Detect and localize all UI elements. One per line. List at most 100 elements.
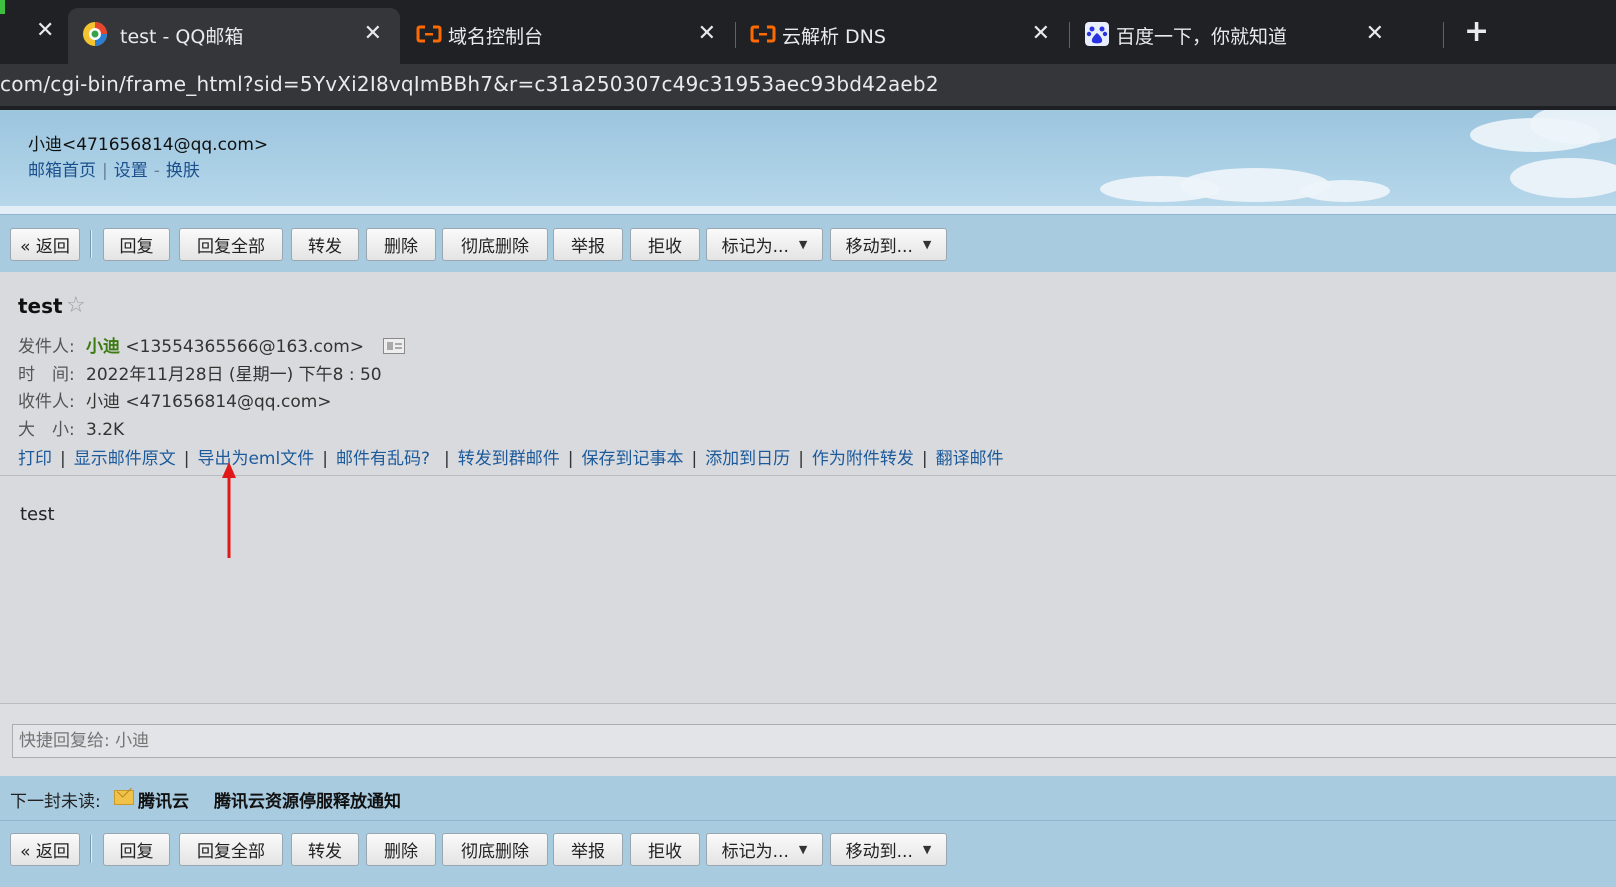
time-value: 2022年11月28日 (星期一) 下午8 : 50 [86, 365, 382, 385]
next-unread-bar: 下一封未读: 腾讯云 腾讯云资源停服释放通知 [0, 776, 1616, 820]
back-button-label: « 返回 [20, 237, 70, 257]
forward-button[interactable]: 转发 [291, 833, 359, 866]
print-link[interactable]: 打印 [18, 449, 52, 469]
reject-button-label: 拒收 [648, 237, 682, 257]
aliyun-icon [750, 25, 776, 43]
to-label: 收件人: [18, 392, 75, 412]
reply-button[interactable]: 回复 [103, 228, 170, 261]
garbled-link[interactable]: 邮件有乱码? [336, 449, 430, 469]
close-icon[interactable]: ✕ [1366, 21, 1384, 46]
delete-permanent-button[interactable]: 彻底删除 [442, 228, 548, 261]
mail-header-info: test ☆ 发件人: 小迪 <13554365566@163.com> 时 间:… [0, 276, 1616, 476]
action-separator: | [921, 449, 928, 469]
link-mail-home[interactable]: 邮箱首页 [28, 161, 96, 181]
link-change-skin[interactable]: 换肤 [166, 161, 200, 181]
move-to-dropdown[interactable]: 移动到... ▼ [830, 228, 947, 261]
close-icon[interactable]: ✕ [36, 20, 54, 42]
mark-as-label: 标记为... [721, 237, 789, 257]
back-button[interactable]: « 返回 [10, 228, 80, 261]
translate-link[interactable]: 翻译邮件 [936, 449, 1004, 469]
close-icon[interactable]: ✕ [698, 21, 716, 46]
reject-button[interactable]: 拒收 [630, 833, 700, 866]
reject-button[interactable]: 拒收 [630, 228, 700, 261]
forward-button[interactable]: 转发 [291, 228, 359, 261]
report-button-label: 举报 [571, 842, 605, 862]
add-calendar-link[interactable]: 添加到日历 [705, 449, 790, 469]
show-source-link[interactable]: 显示邮件原文 [74, 449, 176, 469]
link-settings[interactable]: 设置 [114, 161, 148, 181]
quick-reply-input[interactable] [12, 724, 1616, 758]
url-text[interactable]: com/cgi-bin/frame_html?sid=5YvXi2I8vqImB… [0, 72, 939, 96]
toolbar-divider [90, 835, 92, 863]
mail-actions: 打印 | 显示邮件原文 | 导出为eml文件 | 邮件有乱码? | 转发到群邮件 | 保存到记事本 |… [18, 444, 1004, 469]
delete-button-label: 删除 [384, 842, 418, 862]
delete-button[interactable]: 删除 [366, 228, 436, 261]
toolbar-divider [90, 230, 92, 258]
action-separator: | [443, 449, 450, 469]
delete-button[interactable]: 删除 [366, 833, 436, 866]
move-to-dropdown[interactable]: 移动到... ▼ [830, 833, 947, 866]
sender-name[interactable]: 小迪 [86, 337, 120, 357]
browser-tab-bar: ✕ test - QQ邮箱 ✕ 域名控制台 ✕ 云解析 DNS ✕ 百度一下，你… [0, 0, 1616, 64]
delete-button-label: 删除 [384, 237, 418, 257]
reject-button-label: 拒收 [648, 842, 682, 862]
tab-cloud-dns[interactable]: 云解析 DNS ✕ [736, 8, 1068, 64]
mark-as-label: 标记为... [721, 842, 789, 862]
dropdown-arrow-icon: ▼ [798, 843, 808, 856]
reply-button[interactable]: 回复 [103, 833, 170, 866]
reply-button-label: 回复 [119, 842, 154, 862]
delete-permanent-button[interactable]: 彻底删除 [442, 833, 548, 866]
baidu-icon [1085, 22, 1109, 46]
header-divider [0, 206, 1616, 214]
save-note-link[interactable]: 保存到记事本 [581, 449, 683, 469]
forward-as-attachment-link[interactable]: 作为附件转发 [812, 449, 914, 469]
header-links: 邮箱首页 | 设置 - 换肤 [28, 156, 200, 181]
to-row: 收件人: 小迪 <471656814@qq.com> [18, 387, 332, 412]
address-bar[interactable]: com/cgi-bin/frame_html?sid=5YvXi2I8vqImB… [0, 64, 1616, 108]
tab-domain-console[interactable]: 域名控制台 ✕ [402, 8, 734, 64]
tab-title: 域名控制台 [448, 26, 544, 48]
report-button-label: 举报 [571, 237, 605, 257]
close-icon[interactable]: ✕ [1032, 21, 1050, 46]
action-separator: | [691, 449, 698, 469]
tab-qq-mail[interactable]: test - QQ邮箱 ✕ [68, 8, 400, 64]
mail-subject: test [18, 294, 63, 318]
export-eml-link[interactable]: 导出为eml文件 [197, 449, 314, 469]
envelope-icon [114, 790, 134, 805]
reply-all-button-label: 回复全部 [197, 237, 265, 257]
delete-permanent-button-label: 彻底删除 [461, 237, 529, 257]
size-value: 3.2K [86, 420, 125, 440]
contact-card-icon[interactable] [383, 338, 406, 354]
back-button[interactable]: « 返回 [10, 833, 80, 866]
mail-body-text: test [20, 504, 55, 525]
quick-reply-area [0, 704, 1616, 776]
tab-baidu[interactable]: 百度一下，你就知道 ✕ [1070, 8, 1402, 64]
delete-permanent-button-label: 彻底删除 [461, 842, 529, 862]
reply-button-label: 回复 [119, 237, 154, 257]
mark-as-dropdown[interactable]: 标记为... ▼ [706, 833, 823, 866]
cloud-decoration [1300, 180, 1390, 202]
from-row: 发件人: 小迪 <13554365566@163.com> [18, 332, 406, 357]
report-button[interactable]: 举报 [553, 228, 623, 261]
dropdown-arrow-icon: ▼ [798, 238, 808, 251]
next-unread-from[interactable]: 腾讯云 [138, 787, 189, 812]
dropdown-arrow-icon: ▼ [922, 843, 932, 856]
tab-divider [1443, 22, 1444, 48]
forward-button-label: 转发 [308, 842, 342, 862]
new-tab-icon[interactable]: + [1464, 14, 1489, 49]
close-icon[interactable]: ✕ [364, 21, 382, 46]
annotation-arrow-icon [222, 462, 236, 558]
action-separator: | [183, 449, 190, 469]
report-button[interactable]: 举报 [553, 833, 623, 866]
mark-as-dropdown[interactable]: 标记为... ▼ [706, 228, 823, 261]
forward-button-label: 转发 [308, 237, 342, 257]
forward-group-link[interactable]: 转发到群邮件 [458, 449, 560, 469]
next-unread-subject[interactable]: 腾讯云资源停服释放通知 [214, 787, 401, 812]
reply-all-button[interactable]: 回复全部 [179, 833, 283, 866]
star-icon[interactable]: ☆ [66, 293, 86, 318]
dropdown-arrow-icon: ▼ [922, 238, 932, 251]
reply-all-button[interactable]: 回复全部 [179, 228, 283, 261]
tab-title: test - QQ邮箱 [120, 26, 244, 48]
from-label: 发件人: [18, 337, 75, 357]
time-label: 时 间: [18, 365, 75, 385]
